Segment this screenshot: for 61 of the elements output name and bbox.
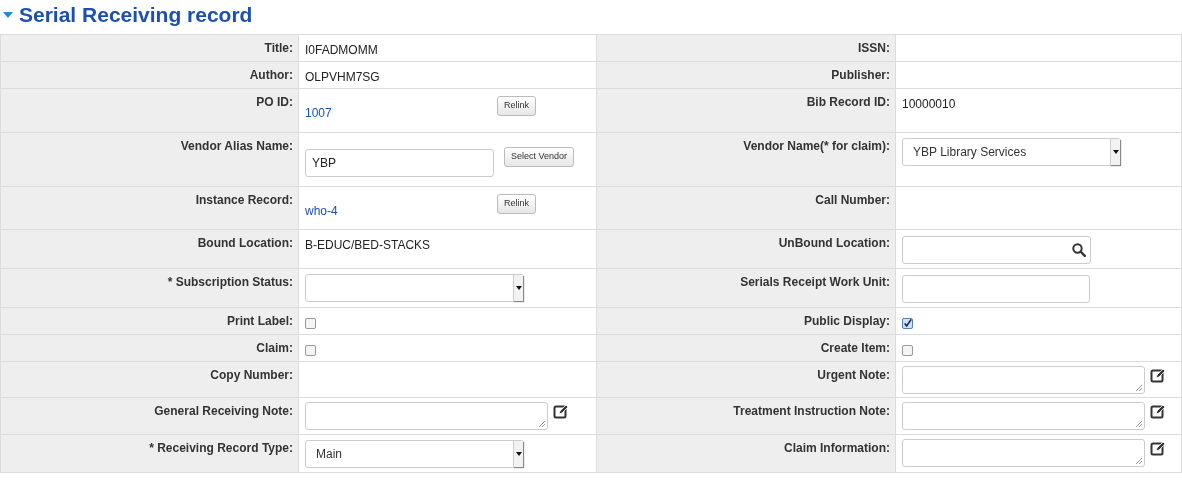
- dropdown-field[interactable]: [305, 274, 524, 302]
- field-label: ISSN:: [858, 41, 890, 57]
- note-textarea[interactable]: [902, 439, 1145, 467]
- field-label: Public Display:: [803, 314, 890, 330]
- field-label: * Subscription Status:: [167, 275, 293, 291]
- field-label: UnBound Location:: [778, 236, 890, 252]
- field-label: Bib Record ID:: [806, 95, 890, 111]
- field-label: Publisher:: [831, 68, 890, 84]
- note-textarea[interactable]: [902, 402, 1145, 430]
- field-label: Vendor Name(* for claim):: [743, 139, 890, 155]
- caret-icon: [515, 452, 522, 456]
- edit-icon[interactable]: [1150, 368, 1166, 384]
- field-label: Call Number:: [815, 193, 890, 209]
- select-vendor-button[interactable]: Select Vendor: [504, 147, 575, 167]
- checkbox[interactable]: [902, 345, 913, 356]
- field-label: Create Item:: [820, 341, 890, 357]
- field-label: Claim Information:: [784, 441, 890, 457]
- dropdown-field[interactable]: YBP Library Services: [902, 138, 1121, 166]
- resize-grip-icon[interactable]: [1135, 420, 1143, 428]
- resize-grip-icon[interactable]: [538, 420, 546, 428]
- field-value: OLPVHM7SG: [305, 69, 380, 86]
- search-icon[interactable]: [1072, 243, 1086, 257]
- field-label: PO ID:: [256, 95, 293, 111]
- field-label: Copy Number:: [210, 368, 293, 384]
- collapse-caret-icon[interactable]: [3, 12, 13, 18]
- resize-grip-icon[interactable]: [1135, 457, 1143, 465]
- field-label: Bound Location:: [197, 236, 293, 252]
- text-field[interactable]: [902, 275, 1090, 303]
- relink-button[interactable]: Relink: [497, 96, 536, 116]
- checkbox[interactable]: [305, 345, 316, 356]
- field-value: I0FADMOMM: [305, 42, 378, 59]
- field-value: 10000010: [902, 96, 956, 113]
- checkbox[interactable]: [902, 318, 913, 329]
- field-label: Serials Receipt Work Unit:: [740, 275, 890, 291]
- dropdown-field[interactable]: Main: [305, 440, 524, 468]
- field-label: Instance Record:: [195, 193, 293, 209]
- note-textarea[interactable]: [902, 366, 1145, 394]
- search-field[interactable]: [902, 236, 1091, 264]
- field-value: B-EDUC/BED-STACKS: [305, 237, 431, 254]
- record-link[interactable]: who-4: [305, 202, 497, 220]
- record-link[interactable]: 1007: [305, 104, 497, 122]
- section-title: Serial Receiving record: [19, 2, 253, 29]
- note-textarea[interactable]: [305, 402, 548, 430]
- checkbox[interactable]: [305, 318, 316, 329]
- field-label: Print Label:: [227, 314, 293, 330]
- field-label: Treatment Instruction Note:: [733, 404, 890, 420]
- edit-icon[interactable]: [1150, 441, 1166, 457]
- resize-grip-icon[interactable]: [1135, 384, 1143, 392]
- field-label: Claim:: [256, 341, 293, 357]
- field-label: Title:: [264, 41, 293, 57]
- text-field[interactable]: YBP: [305, 149, 494, 177]
- edit-icon[interactable]: [553, 404, 569, 420]
- field-label: Vendor Alias Name:: [180, 139, 293, 155]
- relink-button[interactable]: Relink: [497, 194, 536, 214]
- caret-icon: [1112, 150, 1119, 154]
- field-label: General Receiving Note:: [154, 404, 293, 420]
- field-label: Author:: [249, 68, 293, 84]
- caret-icon: [515, 286, 522, 290]
- edit-icon[interactable]: [1150, 404, 1166, 420]
- field-label: Urgent Note:: [817, 368, 890, 384]
- field-label: * Receiving Record Type:: [149, 441, 293, 457]
